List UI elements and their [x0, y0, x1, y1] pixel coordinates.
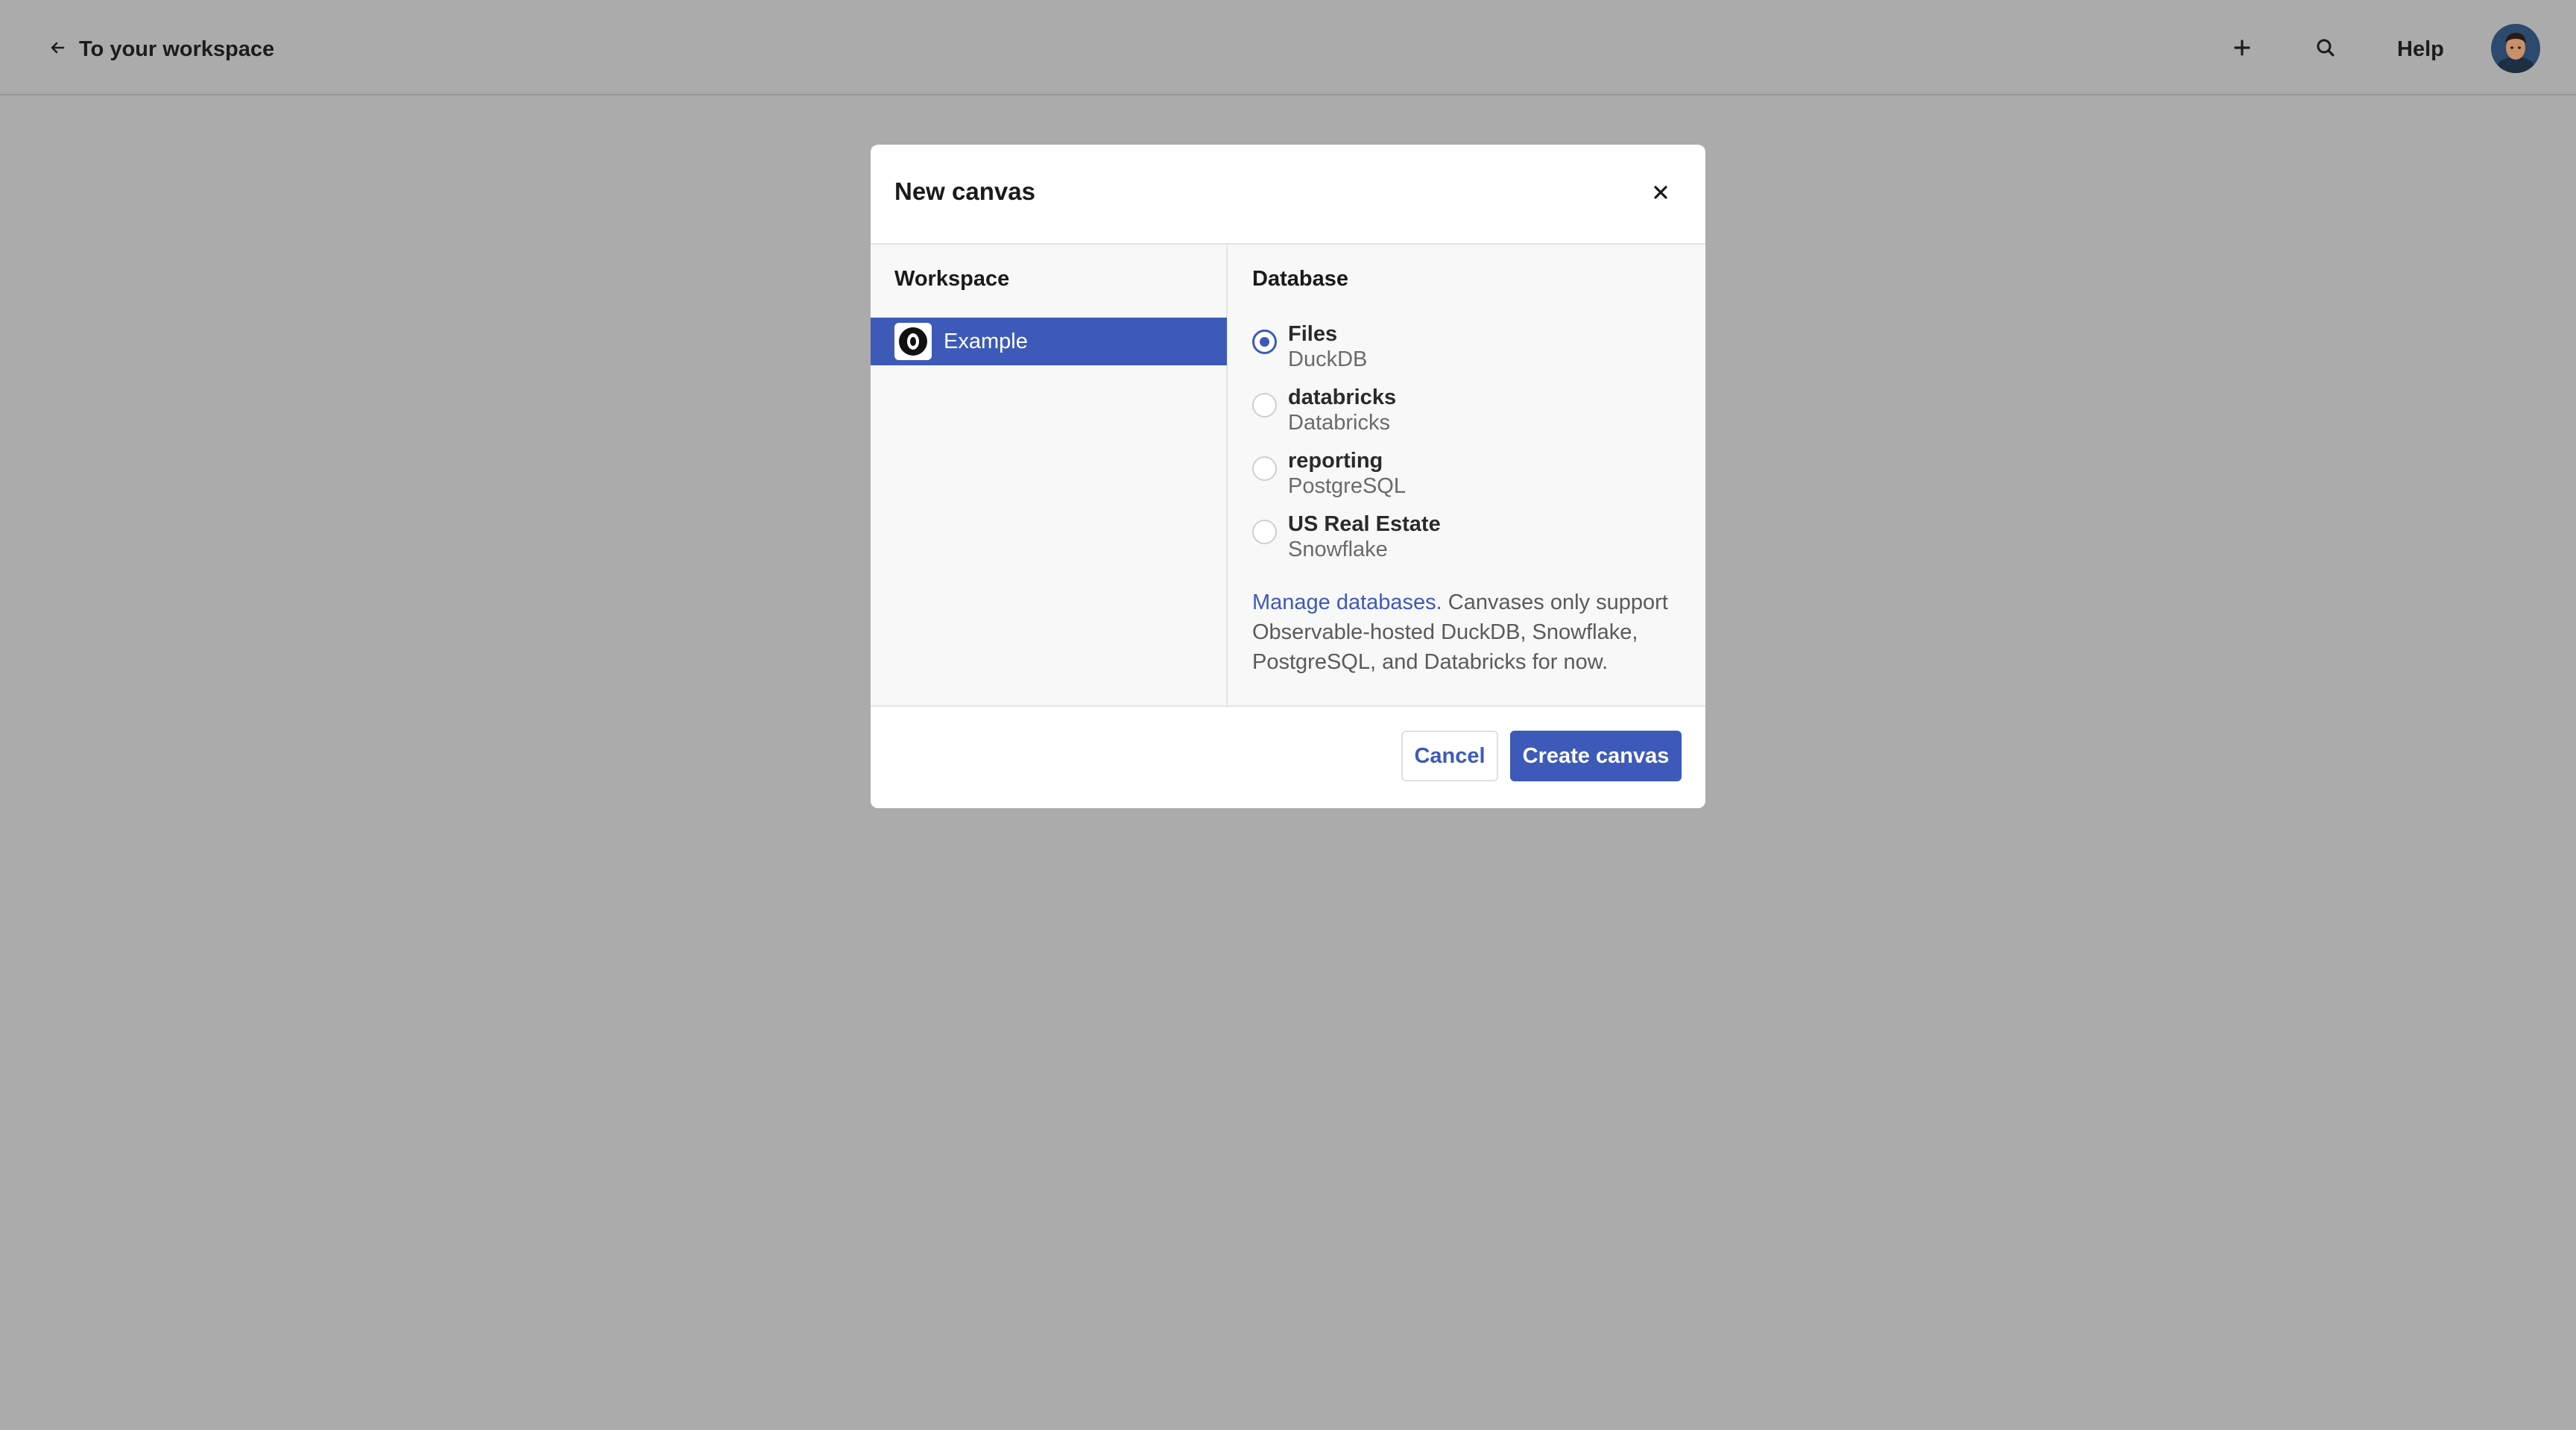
close-button[interactable]: [1646, 179, 1676, 209]
back-to-workspace-link[interactable]: To your workspace: [49, 33, 274, 66]
database-heading: Database: [1252, 267, 1348, 291]
database-name: US Real Estate: [1288, 512, 1441, 536]
dialog-title: New canvas: [894, 177, 1035, 205]
database-column: Database Files DuckDB databricks Databri…: [1228, 245, 1705, 707]
database-type: DuckDB: [1288, 347, 1368, 371]
workspace-item-example[interactable]: Example: [871, 318, 1227, 365]
workspace-heading: Workspace: [894, 267, 1010, 291]
plus-icon: [2232, 38, 2252, 61]
radio-button[interactable]: [1252, 393, 1277, 418]
radio-button[interactable]: [1252, 520, 1277, 544]
dialog-body: Workspace Example Database Files DuckDB …: [871, 245, 1705, 707]
close-icon: [1652, 184, 1669, 204]
top-bar: To your workspace Help: [0, 0, 2576, 95]
database-help-text: Manage databases. Canvases only support …: [1252, 588, 1685, 677]
dialog-footer: Cancel Create canvas: [871, 708, 1705, 808]
help-link[interactable]: Help: [2397, 33, 2444, 66]
observable-logo-icon: [894, 323, 932, 360]
workspace-column: Workspace Example: [871, 245, 1228, 707]
create-canvas-button[interactable]: Create canvas: [1510, 731, 1682, 781]
back-link-label: To your workspace: [79, 37, 275, 61]
search-icon: [2315, 37, 2336, 62]
cancel-button[interactable]: Cancel: [1401, 731, 1498, 781]
database-option-databricks[interactable]: databricks Databricks: [1252, 385, 1685, 445]
search-button[interactable]: [2309, 33, 2342, 66]
dialog-header: New canvas: [871, 145, 1705, 245]
database-name: databricks: [1288, 385, 1397, 409]
user-avatar[interactable]: [2491, 24, 2540, 73]
database-name: Files: [1288, 322, 1338, 346]
database-type: Snowflake: [1288, 538, 1388, 561]
database-type: Databricks: [1288, 411, 1390, 435]
radio-button-selected[interactable]: [1252, 330, 1277, 354]
manage-databases-link[interactable]: Manage databases.: [1252, 590, 1442, 614]
database-type: PostgreSQL: [1288, 474, 1406, 498]
workspace-item-label: Example: [944, 329, 1028, 353]
add-button[interactable]: [2226, 33, 2258, 66]
database-option-us-real-estate[interactable]: US Real Estate Snowflake: [1252, 512, 1685, 572]
database-name: reporting: [1288, 449, 1383, 473]
radio-button[interactable]: [1252, 456, 1277, 481]
database-option-reporting[interactable]: reporting PostgreSQL: [1252, 449, 1685, 508]
database-option-files[interactable]: Files DuckDB: [1252, 322, 1685, 382]
new-canvas-dialog: New canvas Workspace Example Database Fi…: [871, 145, 1705, 808]
arrow-left-icon: [49, 37, 66, 62]
